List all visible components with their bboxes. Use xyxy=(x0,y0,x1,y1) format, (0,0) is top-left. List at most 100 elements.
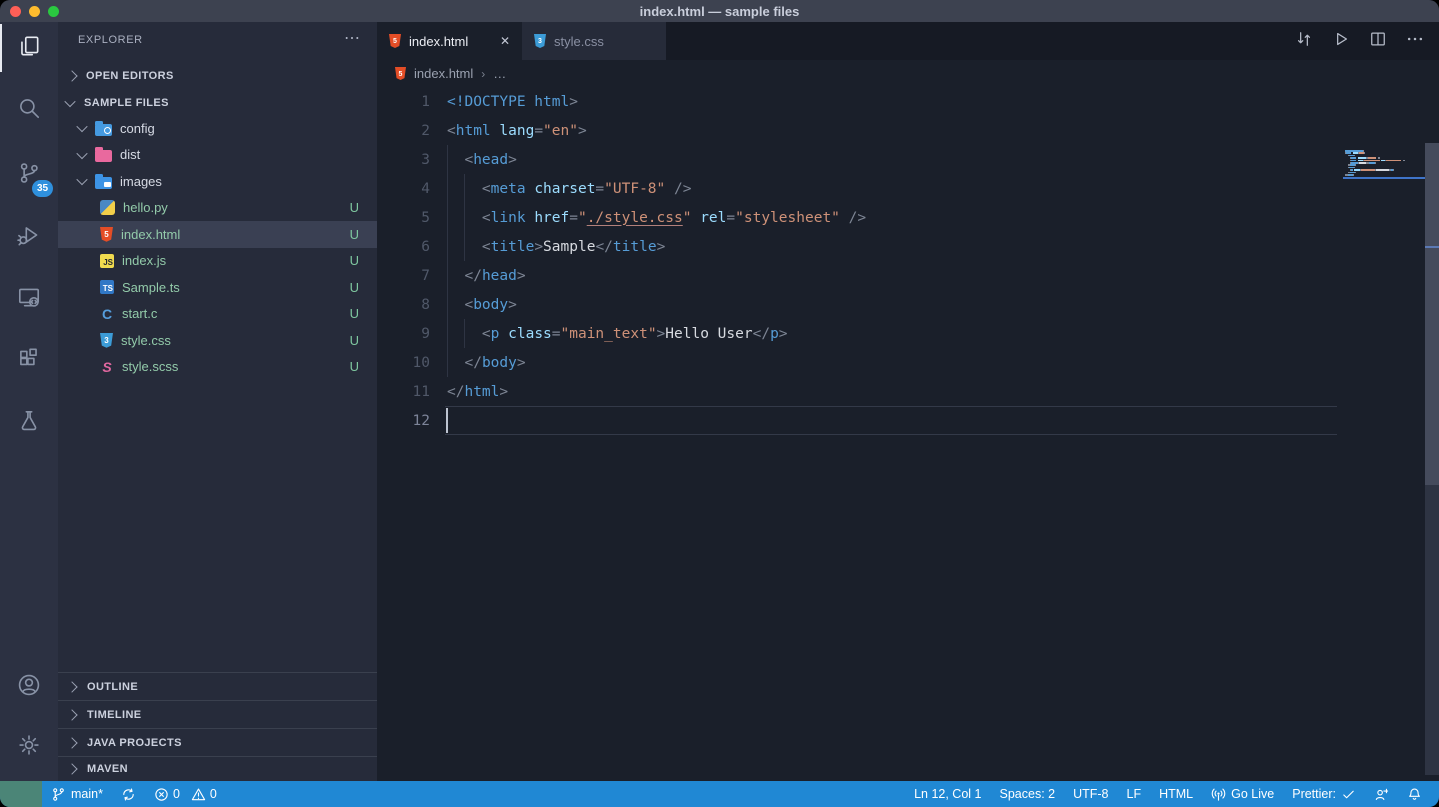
scrollbar-track-shade xyxy=(1425,485,1439,775)
sample-files-section[interactable]: SAMPLE FILES xyxy=(58,91,377,115)
status-go-live[interactable]: Go Live xyxy=(1202,781,1283,807)
code-line[interactable]: 11 </html> xyxy=(377,377,1439,406)
code-line[interactable]: 10 </body> xyxy=(377,348,1439,377)
code-line[interactable]: 3 <head> xyxy=(377,145,1439,174)
breadcrumb-more[interactable]: … xyxy=(493,66,506,81)
code-line[interactable]: 1 <!DOCTYPE html> xyxy=(377,87,1439,116)
tree-item-hello.py[interactable]: hello.py U xyxy=(58,195,377,222)
search-icon xyxy=(16,95,42,126)
check-icon xyxy=(1341,787,1356,802)
git-untracked-badge: U xyxy=(349,226,359,242)
tree-item-index.js[interactable]: JS index.js U xyxy=(58,248,377,275)
status-feedback[interactable] xyxy=(1365,781,1398,807)
window-title: index.html — sample files xyxy=(639,3,800,19)
traffic-lights xyxy=(0,0,59,22)
tree-item-style.scss[interactable]: Sstyle.scss U xyxy=(58,354,377,381)
activity-bar: 35 xyxy=(0,22,58,781)
activity-bar-item-remote-explorer[interactable] xyxy=(0,275,58,323)
tree-item-style.css[interactable]: 3 style.css U xyxy=(58,327,377,354)
status-notifications[interactable] xyxy=(1398,781,1431,807)
activity-bar-item-accounts[interactable] xyxy=(0,663,58,711)
status-prettier[interactable]: Prettier: xyxy=(1283,781,1365,807)
minimap[interactable] xyxy=(1343,150,1425,195)
line-number: 4 xyxy=(421,180,430,197)
tree-item-label: images xyxy=(120,173,162,189)
sidebar-section-outline[interactable]: OUTLINE xyxy=(58,672,377,700)
code-text: </html> xyxy=(447,383,509,400)
activity-bar-item-manage[interactable] xyxy=(0,723,58,771)
breadcrumb-separator: › xyxy=(481,66,486,81)
c-icon: C xyxy=(101,305,113,322)
activity-bar-item-source-control[interactable]: 35 xyxy=(0,151,58,199)
more-actions-icon[interactable] xyxy=(1405,29,1425,54)
code-line[interactable]: 2 <html lang="en"> xyxy=(377,116,1439,145)
code-line[interactable]: 12 xyxy=(377,406,1439,435)
sidebar-section-timeline[interactable]: TIMELINE xyxy=(58,700,377,728)
tree-item-label: style.scss xyxy=(122,359,179,375)
open-changes-icon[interactable] xyxy=(1294,29,1314,54)
status-cursor-position[interactable]: Ln 12, Col 1 xyxy=(905,781,990,807)
remote-indicator[interactable] xyxy=(0,781,42,807)
status-label: Prettier: xyxy=(1292,787,1336,801)
tree-item-label: config xyxy=(120,120,155,136)
sidebar-section-java-projects[interactable]: JAVA PROJECTS xyxy=(58,728,377,756)
tab-bar: 5 index.html ✕ 3 style.css xyxy=(377,22,1439,60)
close-window-button[interactable] xyxy=(10,5,21,17)
ts-icon: TS xyxy=(100,280,114,295)
zoom-window-button[interactable] xyxy=(48,5,59,17)
editor-scrollbar[interactable] xyxy=(1425,87,1439,781)
gear-badge-icon xyxy=(103,127,111,135)
title-bar: index.html — sample files xyxy=(0,0,1439,22)
status-bar-right: Ln 12, Col 1 Spaces: 2 UTF-8 LF HTML Go Live P… xyxy=(905,781,1439,807)
git-untracked-badge: U xyxy=(349,200,359,216)
code-area[interactable]: 1 <!DOCTYPE html> 2 <html lang="en"> 3 <head… xyxy=(377,87,1439,781)
status-indentation[interactable]: Spaces: 2 xyxy=(991,781,1065,807)
tree-item-config[interactable]: config xyxy=(58,115,377,142)
chevron-down-icon xyxy=(76,147,88,159)
sidebar-section-maven[interactable]: MAVEN xyxy=(58,756,377,781)
status-bar: main* 0 0 Ln 12, Col 1 Spaces: 2 UTF-8 LF HTML… xyxy=(0,781,1439,807)
tree-item-label: index.html xyxy=(121,226,181,242)
activity-bar-item-testing[interactable] xyxy=(0,399,58,447)
code-line[interactable]: 8 <body> xyxy=(377,290,1439,319)
minimize-window-button[interactable] xyxy=(29,5,40,17)
activity-bar-item-run-debug[interactable] xyxy=(0,213,58,261)
sidebar-more-actions-button[interactable]: ⋯ xyxy=(344,28,361,48)
count-label: 0 xyxy=(209,787,217,801)
status-problems[interactable]: 00 xyxy=(145,781,226,807)
tree-item-start.c[interactable]: Cstart.c U xyxy=(58,301,377,328)
tree-item-dist[interactable]: dist xyxy=(58,142,377,169)
activity-bar-item-explorer[interactable] xyxy=(0,24,58,72)
status-sync[interactable] xyxy=(112,781,145,807)
tab-index.html[interactable]: 5 index.html ✕ xyxy=(377,22,522,60)
sidebar-header: EXPLORER ⋯ xyxy=(58,22,377,58)
status-warning-count: 0 xyxy=(191,787,217,802)
source-control-badge: 35 xyxy=(32,180,53,197)
status-bar-left: main* 0 0 xyxy=(42,781,226,807)
scrollbar-slider[interactable] xyxy=(1425,143,1439,485)
status-eol[interactable]: LF xyxy=(1118,781,1151,807)
explorer-sidebar: EXPLORER ⋯ OPEN EDITORS SAMPLE FILES con… xyxy=(58,22,377,781)
tree-item-index.html[interactable]: 5 index.html U xyxy=(58,221,377,248)
activity-bar-item-extensions[interactable] xyxy=(0,337,58,385)
tab-style.css[interactable]: 3 style.css xyxy=(522,22,666,60)
status-branch[interactable]: main* xyxy=(42,781,112,807)
code-line[interactable]: 9 <p class="main_text">Hello User</p> xyxy=(377,319,1439,348)
tree-item-Sample.ts[interactable]: TS Sample.ts U xyxy=(58,274,377,301)
chevron-right-icon xyxy=(66,708,78,721)
close-tab-icon[interactable]: ✕ xyxy=(500,34,510,48)
code-line[interactable]: 5 <link href="./style.css" rel="styleshe… xyxy=(377,203,1439,232)
chevron-right-icon xyxy=(66,680,78,693)
breadcrumb-file[interactable]: index.html xyxy=(414,66,473,81)
run-icon[interactable] xyxy=(1331,29,1351,54)
code-line[interactable]: 6 <title>Sample</title> xyxy=(377,232,1439,261)
activity-bar-item-search[interactable] xyxy=(0,86,58,134)
status-label: UTF-8 xyxy=(1073,787,1109,801)
code-line[interactable]: 4 <meta charset="UTF-8" /> xyxy=(377,174,1439,203)
split-editor-icon[interactable] xyxy=(1368,29,1388,54)
open-editors-section[interactable]: OPEN EDITORS xyxy=(58,64,377,88)
status-encoding[interactable]: UTF-8 xyxy=(1064,781,1117,807)
tree-item-images[interactable]: images xyxy=(58,168,377,195)
code-line[interactable]: 7 </head> xyxy=(377,261,1439,290)
status-language-mode[interactable]: HTML xyxy=(1150,781,1202,807)
